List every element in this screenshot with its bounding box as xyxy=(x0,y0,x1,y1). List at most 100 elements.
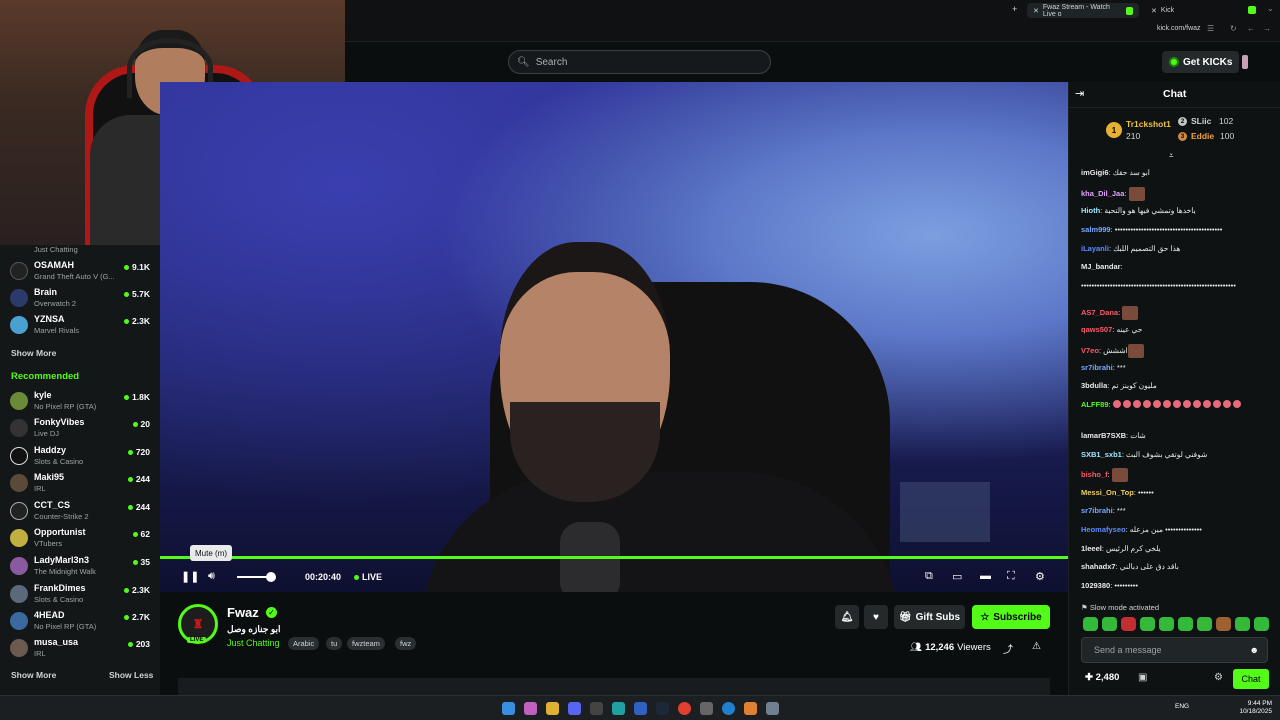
sidebar-item-osamah[interactable]: OSAMAH Grand Theft Auto V (G... 9.1K xyxy=(10,259,150,283)
sidebar-item-yznsa[interactable]: YZNSA Marvel Rivals 2.3K xyxy=(10,313,150,337)
pause-icon[interactable]: ❚❚ xyxy=(181,570,199,583)
emote-icon[interactable] xyxy=(1216,617,1231,631)
language-indicator[interactable]: ENG xyxy=(1175,703,1189,710)
windows-start-icon[interactable] xyxy=(502,702,515,715)
leader-name[interactable]: Eddie xyxy=(1191,131,1214,141)
report-icon[interactable]: ⚠ xyxy=(1032,641,1041,652)
chat-username[interactable]: sr7ibrahi xyxy=(1081,506,1113,515)
chat-username[interactable]: 3bdulla xyxy=(1081,381,1107,390)
chat-username[interactable]: kha_Dil_Jaa xyxy=(1081,189,1124,198)
chat-username[interactable]: MJ_bandar xyxy=(1081,262,1121,271)
sidebar-item-fonkyvibes[interactable]: FonkyVibes Live DJ 20 xyxy=(10,416,150,440)
chat-username[interactable]: SXB1_sxb1 xyxy=(1081,450,1122,459)
notification-bell-button[interactable]: 🔔︎ xyxy=(835,605,859,629)
tag[interactable]: fwz xyxy=(395,637,417,650)
gift-subs-button[interactable]: 🎁︎ Gift Subs xyxy=(894,605,965,629)
leader-name[interactable]: SLiic xyxy=(1191,116,1211,126)
tune-icon[interactable]: ☰ xyxy=(1207,24,1214,33)
tab-kick[interactable]: ✕ Kick xyxy=(1145,3,1255,18)
clip-icon[interactable]: ▭ xyxy=(952,570,962,583)
system-clock[interactable]: 9:44 PM 10/18/2025 xyxy=(1239,700,1272,716)
show-more-button[interactable]: Show More xyxy=(11,348,56,358)
show-less-button[interactable]: Show Less xyxy=(109,670,153,680)
chat-username[interactable]: salm999 xyxy=(1081,225,1111,234)
app-icon[interactable] xyxy=(612,702,625,715)
sidebar-item-ladymarl3n3[interactable]: LadyMarl3n3 The Midnight Walk 35 xyxy=(10,554,150,578)
sidebar-item-frankdimes[interactable]: FrankDimes Slots & Casino 2.3K xyxy=(10,582,150,606)
close-icon[interactable]: ✕ xyxy=(1151,7,1157,15)
chat-username[interactable]: lamarB7SXB xyxy=(1081,431,1126,440)
get-kicks-button[interactable]: Get KICKs xyxy=(1162,51,1240,73)
chat-username[interactable]: 1029380 xyxy=(1081,581,1110,590)
emote-icon[interactable] xyxy=(1121,617,1136,631)
emote-icon[interactable] xyxy=(1178,617,1193,631)
chat-username[interactable]: Messi_On_Top xyxy=(1081,488,1134,497)
forward-icon[interactable]: → xyxy=(1263,24,1271,33)
send-chat-button[interactable]: Chat xyxy=(1233,669,1269,689)
subscribe-button[interactable]: ☆ Subscribe xyxy=(972,605,1050,629)
chat-username[interactable]: Heomafyseo xyxy=(1081,525,1126,534)
chat-username[interactable]: qaws507 xyxy=(1081,325,1112,334)
app-icon[interactable] xyxy=(700,702,713,715)
tag[interactable]: tu xyxy=(326,637,343,650)
emoji-icon[interactable]: ☻ xyxy=(1250,645,1259,655)
tab-fwaz-stream[interactable]: ✕ Fwaz Stream - Watch Live o xyxy=(1027,3,1139,18)
tag[interactable]: Arabic xyxy=(288,637,320,650)
collapse-chat-icon[interactable]: ⇥ xyxy=(1075,87,1084,100)
pip-icon[interactable]: ⧉ xyxy=(925,570,933,583)
sidebar-item-maki95[interactable]: Maki95 IRL 244 xyxy=(10,471,150,495)
send-message-input[interactable]: Send a message ☻ xyxy=(1081,637,1268,663)
follow-button[interactable]: ♥ xyxy=(864,605,888,629)
show-more-button[interactable]: Show More xyxy=(11,670,56,680)
chat-username[interactable]: V7eo xyxy=(1081,346,1099,355)
chat-username[interactable]: ALFF89 xyxy=(1081,400,1109,409)
share-icon[interactable]: ⤴ xyxy=(1003,641,1013,656)
discord-icon[interactable] xyxy=(568,702,581,715)
new-tab-icon[interactable]: + xyxy=(1012,4,1017,14)
settings-gear-icon[interactable]: ⚙ xyxy=(1035,570,1045,583)
tag[interactable]: fwzteam xyxy=(347,637,385,650)
copilot-icon[interactable] xyxy=(524,702,537,715)
user-avatar[interactable] xyxy=(1242,55,1248,69)
chat-username[interactable]: sr7ibrahi xyxy=(1081,363,1113,372)
chat-username[interactable]: iLayanli xyxy=(1081,244,1109,253)
steam-icon[interactable] xyxy=(656,702,669,715)
url-field[interactable]: kick.com/fwaz xyxy=(1157,25,1201,32)
progress-bar[interactable] xyxy=(160,556,1068,559)
stream-category[interactable]: Just Chatting xyxy=(227,638,280,648)
leader-name[interactable]: Tr1ckshot1 xyxy=(1126,119,1171,129)
chat-username[interactable]: bisho_f xyxy=(1081,470,1108,479)
close-icon[interactable]: ✕ xyxy=(1033,7,1039,15)
reload-icon[interactable]: ↻ xyxy=(1230,24,1237,33)
video-player[interactable] xyxy=(160,82,1068,592)
edge-icon[interactable] xyxy=(722,702,735,715)
chat-username[interactable]: Hioth xyxy=(1081,206,1100,215)
emote-icon[interactable] xyxy=(1140,617,1155,631)
back-icon[interactable]: ← xyxy=(1247,24,1255,33)
chrome-icon[interactable] xyxy=(678,702,691,715)
emote-icon[interactable] xyxy=(1083,617,1098,631)
settings-icon[interactable] xyxy=(766,702,779,715)
chat-username[interactable]: 1leeel xyxy=(1081,544,1102,553)
app-icon[interactable] xyxy=(590,702,603,715)
emote-icon[interactable] xyxy=(1159,617,1174,631)
emote-icon[interactable] xyxy=(1102,617,1117,631)
channel-name[interactable]: Fwaz xyxy=(227,605,259,620)
theater-mode-icon[interactable]: ▬ xyxy=(980,570,991,582)
chat-username[interactable]: shahadx7 xyxy=(1081,562,1116,571)
expand-leaderboard-icon[interactable]: ⩡ xyxy=(1169,151,1174,161)
sidebar-item-4head[interactable]: 4HEAD No Pixel RP (GTA) 2.7K xyxy=(10,609,150,633)
emote-icon[interactable] xyxy=(1197,617,1212,631)
app-icon[interactable] xyxy=(744,702,757,715)
file-explorer-icon[interactable] xyxy=(546,702,559,715)
sidebar-item-musa-usa[interactable]: musa_usa IRL 203 xyxy=(10,636,150,660)
app-icon[interactable] xyxy=(634,702,647,715)
sidebar-item-kyle[interactable]: kyle No Pixel RP (GTA) 1.8K xyxy=(10,389,150,413)
store-icon[interactable]: ▣ xyxy=(1138,672,1147,683)
sidebar-item-brain[interactable]: Brain Overwatch 2 5.7K xyxy=(10,286,150,310)
search-input[interactable]: 🔍︎ Search xyxy=(508,50,771,74)
channel-points[interactable]: ✚ 2,480 xyxy=(1085,672,1119,683)
volume-knob[interactable] xyxy=(266,572,276,582)
volume-icon[interactable]: 🔊︎ xyxy=(208,570,215,583)
chat-username[interactable]: imGigi6 xyxy=(1081,168,1109,177)
